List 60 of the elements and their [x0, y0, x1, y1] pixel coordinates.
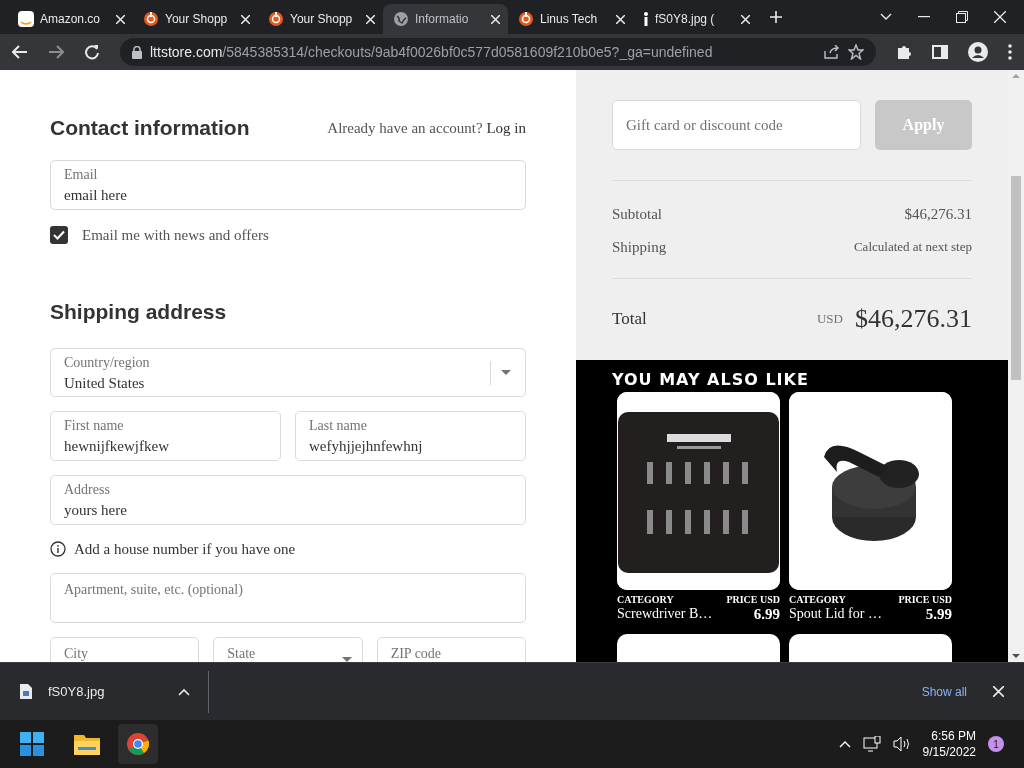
summary-label: Subtotal — [612, 205, 662, 224]
country-select[interactable]: Country/region United States — [50, 347, 526, 397]
login-prompt: Already have an account? Log in — [327, 118, 526, 138]
show-all-link[interactable]: Show all — [921, 682, 967, 701]
checkbox-label: Email me with news and offers — [82, 225, 269, 245]
field-label: Address — [64, 480, 111, 499]
browser-tab[interactable]: Your Shopp — [133, 4, 258, 34]
browser-tab[interactable]: Informatio — [383, 4, 508, 34]
hint-text: Add a house number if you have one — [74, 539, 296, 559]
summary-value: Calculated at next step — [853, 238, 972, 256]
email-field[interactable]: Email email here — [50, 159, 526, 210]
tab-title: Your Shopp — [290, 11, 353, 28]
product-price: 6.99 — [753, 606, 780, 622]
product-price: 5.99 — [925, 606, 952, 622]
field-label: Last name — [309, 416, 368, 435]
first-name-field[interactable]: First name hewnijfkewjfkew — [50, 410, 281, 461]
price-label: PRICE USD — [898, 593, 952, 606]
clock-time: 6:56 PM — [931, 728, 976, 744]
city-field[interactable]: City — [50, 637, 200, 662]
tab-title: Your Shopp — [165, 11, 228, 28]
product-name[interactable]: Screwdriver B… — [617, 606, 713, 622]
price-label: PRICE USD — [726, 593, 780, 606]
state-select[interactable]: State — [213, 637, 363, 662]
notification-badge[interactable]: 1 — [988, 736, 1004, 752]
section-heading: Shipping address — [50, 299, 228, 325]
tab-title: Linus Tech — [540, 11, 598, 28]
tab-title: Amazon.co — [40, 11, 101, 28]
total-value: $46,276.31 — [855, 303, 972, 335]
field-label: First name — [64, 416, 125, 435]
category-label: CATEGORY — [617, 593, 674, 606]
currency-code: USD — [817, 309, 843, 328]
address-bar[interactable]: lttstore.com/5845385314/checkouts/9ab4f0026bf0c577d0581609f210b0e5?_ga=undefined — [120, 38, 876, 66]
summary-value: $46,276.31 — [904, 205, 972, 224]
product-name[interactable]: Spout Lid for … — [789, 606, 882, 622]
section-heading: YOU MAY ALSO LIKE — [612, 369, 810, 391]
clock-date: 9/15/2022 — [922, 744, 976, 760]
browser-tab[interactable]: Your Shopp — [258, 4, 383, 34]
field-value: United States — [64, 373, 145, 393]
tab-title: fS0Y8.jpg ( — [655, 11, 715, 28]
download-filename[interactable]: fS0Y8.jpg — [48, 681, 178, 702]
tab-title: Informatio — [415, 11, 469, 28]
field-value: email here — [64, 185, 128, 205]
field-label: Country/region — [64, 353, 151, 372]
field-value: yours here — [64, 500, 128, 520]
zip-field[interactable]: ZIP code — [376, 637, 526, 662]
section-heading: Contact information — [50, 115, 250, 141]
browser-tab[interactable]: Linus Tech — [508, 4, 633, 34]
field-value: hewnijfkewjfkew — [64, 436, 170, 456]
address-field[interactable]: Address yours here — [50, 474, 526, 525]
last-name-field[interactable]: Last name wefyhjjejhnfewhnj — [295, 410, 526, 461]
url-text: lttstore.com/5845385314/checkouts/9ab4f0026bf0c577d0581609f210b0e5?_ga=undefined — [150, 42, 714, 62]
category-label: CATEGORY — [789, 593, 846, 606]
field-value: wefyhjjejhnfewhnj — [309, 436, 424, 456]
apartment-field[interactable]: Apartment, suite, etc. (optional) — [50, 573, 526, 623]
browser-tab[interactable]: Amazon.co — [8, 4, 133, 34]
summary-label: Shipping — [612, 237, 667, 257]
total-label: Total — [612, 307, 647, 330]
field-label: Email — [64, 165, 99, 184]
login-link[interactable]: Log in — [486, 119, 526, 136]
browser-tab[interactable]: fS0Y8.jpg ( — [633, 4, 758, 34]
